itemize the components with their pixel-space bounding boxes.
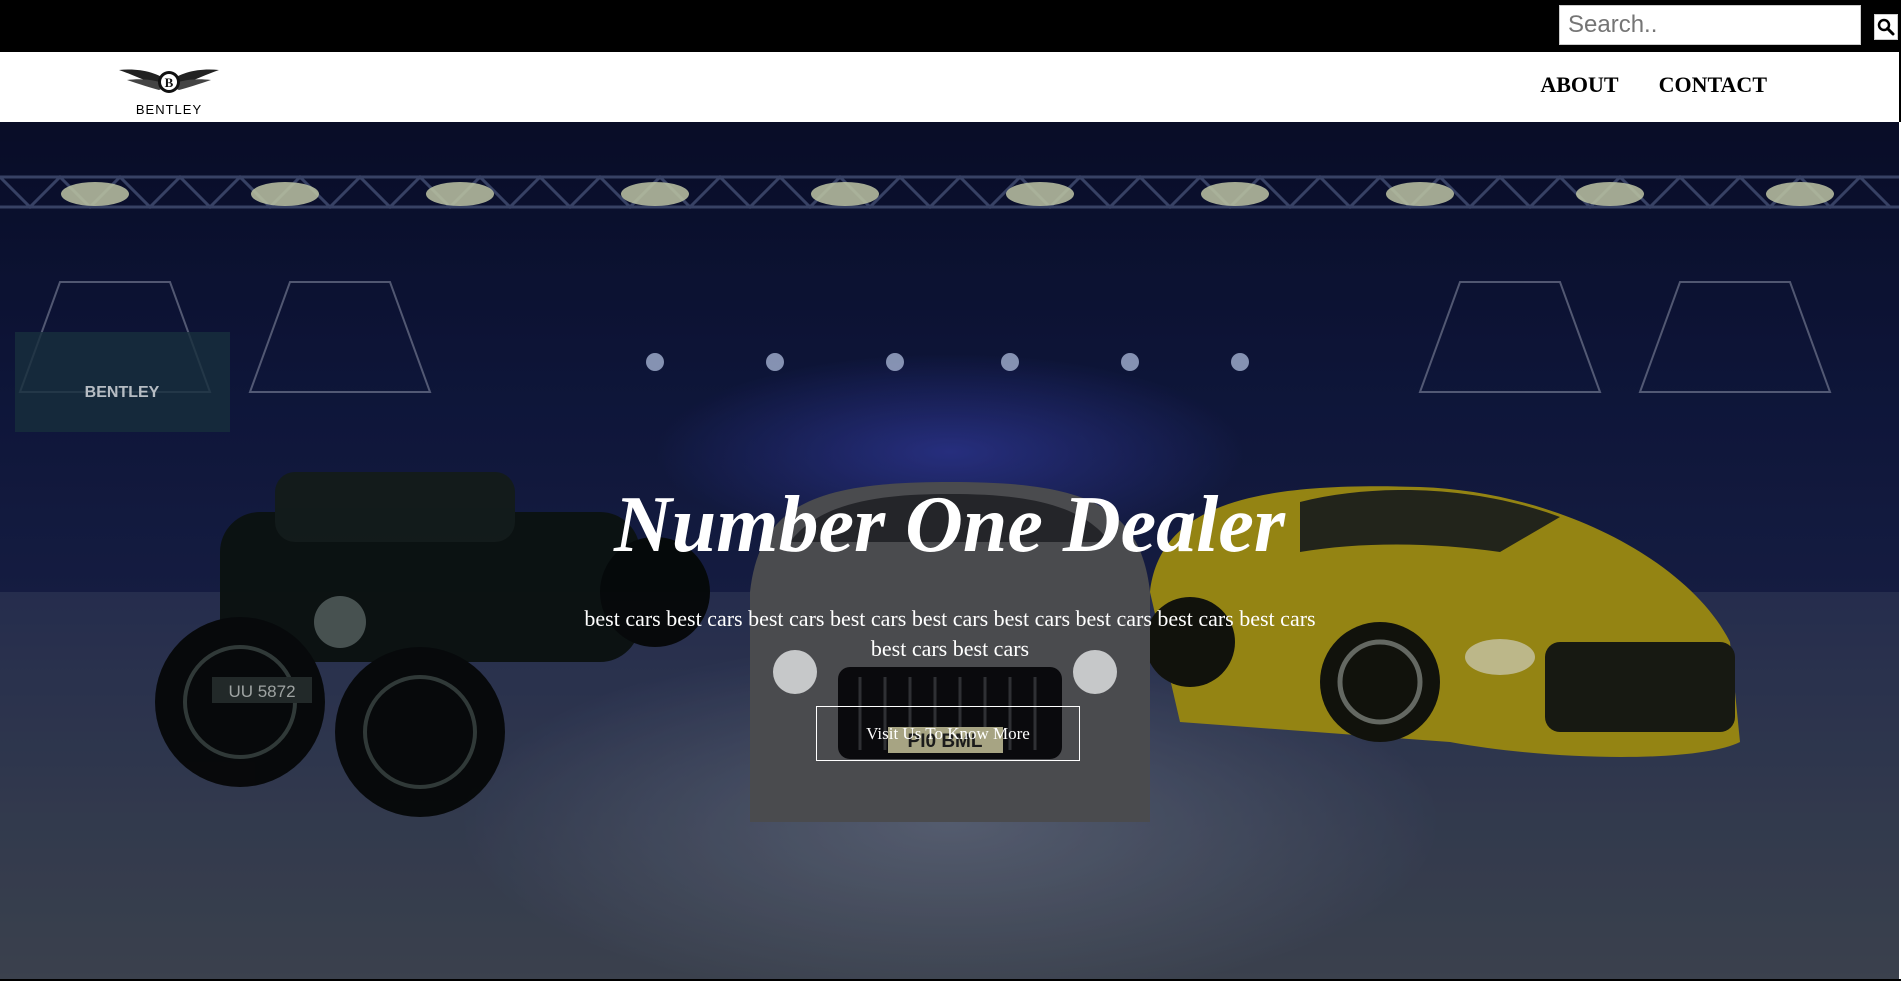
nav-links: ABOUT CONTACT (1540, 72, 1767, 98)
search-button[interactable] (1874, 14, 1898, 40)
hero-section: BENTLEY UU 5872 PI0 BML Number One Deale… (0, 122, 1899, 979)
search-icon (1877, 18, 1895, 36)
logo-text: BENTLEY (135, 102, 203, 117)
nav-about-link[interactable]: ABOUT (1540, 72, 1618, 98)
top-search-bar (0, 0, 1901, 52)
brand-logo[interactable]: B BENTLEY (117, 58, 221, 118)
nav-contact-link[interactable]: CONTACT (1659, 72, 1767, 98)
search-input[interactable] (1559, 5, 1861, 45)
main-navbar: B BENTLEY ABOUT CONTACT (0, 52, 1901, 122)
visit-us-button[interactable]: Visit Us To Know More (816, 706, 1080, 761)
hero-title: Number One Dealer (613, 481, 1286, 569)
hero-description: best cars best cars best cars best cars … (584, 606, 1316, 661)
bentley-wings-icon: B (119, 69, 219, 93)
svg-text:B: B (165, 75, 174, 90)
